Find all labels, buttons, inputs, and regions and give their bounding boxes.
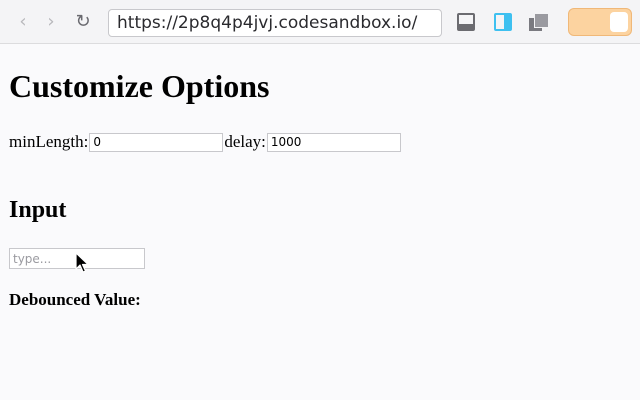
options-row: minLength: delay:	[9, 132, 402, 152]
page-title: Customize Options	[9, 68, 270, 104]
debounced-value-label: Debounced Value:	[9, 290, 141, 309]
layout-overlap-icon[interactable]	[529, 13, 549, 31]
delay-input[interactable]	[266, 132, 401, 152]
toggle-knob	[610, 12, 628, 32]
layout-bottom-icon[interactable]	[457, 13, 475, 31]
back-icon[interactable]: ‹	[12, 10, 34, 32]
theme-toggle[interactable]	[568, 8, 632, 36]
forward-icon[interactable]: ›	[40, 10, 62, 32]
delay-label: delay:	[224, 132, 266, 151]
layout-side-icon[interactable]	[494, 13, 512, 31]
browser-toolbar: ‹ › ↻ https://2p8q4p4jvj.codesandbox.io/	[0, 0, 640, 44]
page-content: Customize Options minLength: delay: Inpu…	[0, 44, 640, 400]
layout-overlap-front-square	[534, 13, 549, 28]
min-length-input[interactable]	[89, 132, 224, 152]
min-length-label: minLength:	[9, 132, 89, 151]
address-bar[interactable]: https://2p8q4p4jvj.codesandbox.io/	[108, 9, 442, 37]
input-heading: Input	[9, 197, 67, 223]
mouse-cursor-icon	[75, 252, 89, 273]
reload-icon[interactable]: ↻	[72, 10, 94, 32]
